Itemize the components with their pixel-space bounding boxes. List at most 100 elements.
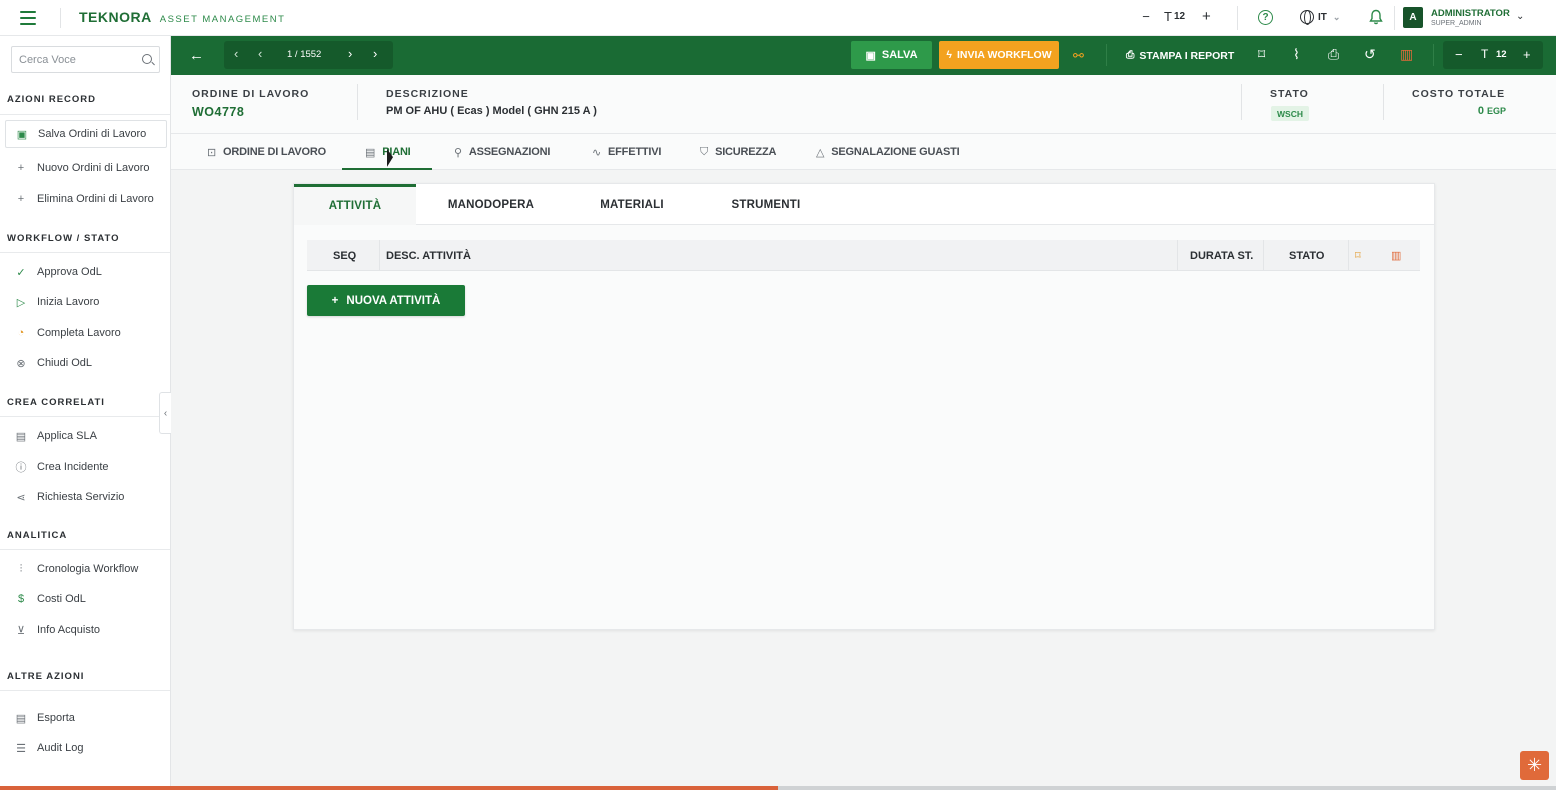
print-reports-button[interactable]: ⎙ STAMPA I REPORT <box>1126 49 1234 62</box>
chevron-down-icon[interactable]: ⌄ <box>1516 11 1524 22</box>
subtab-strumenti[interactable]: STRUMENTI <box>705 184 827 225</box>
save-label: SALVA <box>881 49 918 61</box>
sidebar-item-crea-incidente[interactable]: ⓘ Crea Incidente <box>5 453 167 481</box>
mouse-cursor <box>387 148 393 170</box>
sidebar-item-info-acquisto[interactable]: ⊻ Info Acquisto <box>5 616 167 644</box>
subtab-attivita[interactable]: ATTIVITÀ <box>294 184 416 225</box>
divider <box>1177 240 1178 271</box>
sidebar-item-label: Info Acquisto <box>37 624 100 636</box>
sidebar-item-chiudi[interactable]: ⊗ Chiudi OdL <box>5 349 167 377</box>
language-selector[interactable]: IT ⌄ <box>1300 10 1341 25</box>
first-page-icon[interactable]: ‹ <box>234 46 238 61</box>
help-icon[interactable]: ? <box>1258 10 1273 25</box>
divider <box>1394 6 1395 30</box>
workflow-route-icon[interactable]: ⚯ <box>1073 48 1084 64</box>
bell-icon[interactable] <box>1369 9 1383 25</box>
tag-icon[interactable]: ⌑ <box>1258 47 1265 61</box>
sidebar-item-elimina[interactable]: + Elimina Ordini di Lavoro <box>5 185 167 213</box>
tab-assegnazioni[interactable]: ⚲ ASSEGNAZIONI <box>454 134 550 170</box>
description-label: DESCRIZIONE <box>386 88 469 100</box>
tab-label: ORDINE DI LAVORO <box>223 146 326 158</box>
section-title: ALTRE AZIONI <box>7 671 85 682</box>
activities-table-header: SEQ DESC. ATTIVITÀ DURATA ST. STATO ⌑ ▥ <box>307 240 1420 271</box>
attachment-icon[interactable]: ⌇ <box>1293 47 1300 61</box>
tab-effettivi[interactable]: ∿ EFFETTIVI <box>592 134 661 170</box>
briefcase-icon: ⊡ <box>207 146 217 159</box>
font-decrease-button[interactable]: − <box>1140 9 1152 24</box>
user-menu[interactable]: ADMINISTRATOR SUPER_ADMIN <box>1431 9 1510 27</box>
subtab-materiali[interactable]: MATERIALI <box>571 184 693 225</box>
sidebar-item-esporta[interactable]: ▤ Esporta <box>5 704 167 732</box>
cost-value: 0 <box>1477 105 1484 117</box>
tab-label: SICUREZZA <box>715 146 777 158</box>
print-icon[interactable]: ⎙ <box>1328 47 1339 61</box>
divider <box>60 8 61 28</box>
sidebar-item-salva[interactable]: ▣ Salva Ordini di Lavoro <box>5 120 167 148</box>
prev-page-icon[interactable]: ‹ <box>258 46 262 61</box>
section-title: AZIONI RECORD <box>7 94 96 105</box>
sidebar-item-costi[interactable]: $ Costi OdL <box>5 585 167 613</box>
brand-subtitle: ASSET MANAGEMENT <box>159 14 286 25</box>
delete-icon[interactable]: ▥ <box>1400 47 1413 61</box>
back-arrow-icon[interactable]: ← <box>189 47 204 64</box>
send-workflow-button[interactable]: ϟ INVIA WORKFLOW <box>939 41 1059 69</box>
sidebar-item-label: Crea Incidente <box>37 461 109 473</box>
activity-icon: ∿ <box>592 146 602 159</box>
next-page-icon[interactable]: › <box>348 46 352 61</box>
sidebar-item-richiesta-servizio[interactable]: ⋖ Richiesta Servizio <box>5 483 167 511</box>
sidebar-collapse-button[interactable]: ‹ <box>159 392 171 434</box>
sidebar-item-audit-log[interactable]: ☰ Audit Log <box>5 734 167 762</box>
language-value: IT <box>1318 11 1327 23</box>
divider <box>1383 84 1384 120</box>
tab-ordine-di-lavoro[interactable]: ⊡ ORDINE DI LAVORO <box>207 134 326 170</box>
chevron-down-icon: ⌄ <box>1332 11 1341 22</box>
add-activity-label: NUOVA ATTIVITÀ <box>346 294 441 307</box>
sidebar-item-inizia[interactable]: ▷ Inizia Lavoro <box>5 288 167 316</box>
assistant-icon[interactable]: ✳ <box>1520 751 1549 780</box>
brand-logo: TEKNORA ASSET MANAGEMENT <box>79 9 285 25</box>
dollar-icon: $ <box>17 593 25 605</box>
menu-icon[interactable] <box>20 11 36 25</box>
divider <box>0 252 170 253</box>
avatar[interactable]: A <box>1403 7 1423 28</box>
shield-icon: ⛉ <box>700 145 709 158</box>
subtab-manodopera[interactable]: MANODOPERA <box>430 184 552 225</box>
zoom-out-button[interactable]: − <box>1455 47 1463 62</box>
delete-icon[interactable]: ▥ <box>1391 240 1401 271</box>
column-header-desc[interactable]: DESC. ATTIVITÀ <box>386 240 471 271</box>
save-button[interactable]: ▣ SALVA <box>851 41 932 69</box>
search-icon[interactable] <box>142 54 152 64</box>
plus-icon: + <box>331 294 339 307</box>
check-circle-icon: ✓ <box>16 266 26 279</box>
sidebar-item-applica-sla[interactable]: ▤ Applica SLA <box>5 422 167 450</box>
font-increase-button[interactable]: + <box>1202 8 1211 25</box>
font-size-value: 12 <box>1173 11 1186 22</box>
tab-sicurezza[interactable]: ⛉ SICUREZZA <box>700 134 776 170</box>
last-page-icon[interactable]: › <box>373 46 377 61</box>
column-header-stato[interactable]: STATO <box>1289 240 1324 271</box>
divider <box>379 240 380 271</box>
divider <box>0 549 170 550</box>
warning-icon: △ <box>816 146 825 159</box>
document-icon: ▤ <box>365 146 376 159</box>
sidebar-item-nuovo[interactable]: + Nuovo Ordini di Lavoro <box>5 154 167 182</box>
divider <box>0 114 170 115</box>
total-cost: 0 EGP <box>1478 105 1506 117</box>
search-input[interactable] <box>12 47 132 72</box>
print-reports-label: STAMPA I REPORT <box>1139 49 1235 62</box>
divider <box>1263 240 1264 271</box>
sidebar-item-approva[interactable]: ✓ Approva OdL <box>5 258 167 286</box>
column-header-durata[interactable]: DURATA ST. <box>1190 240 1253 271</box>
add-activity-button[interactable]: + NUOVA ATTIVITÀ <box>307 285 465 316</box>
tag-icon[interactable]: ⌑ <box>1355 240 1361 271</box>
history-icon[interactable]: ↺ <box>1364 47 1376 61</box>
sidebar-item-completa[interactable]: ◔ Completa Lavoro <box>5 319 167 347</box>
column-header-seq[interactable]: SEQ <box>333 240 356 271</box>
font-size-indicator: T 12 <box>1164 9 1185 24</box>
zoom-in-button[interactable]: + <box>1523 47 1531 62</box>
divider <box>1433 44 1434 66</box>
tab-segnalazione-guasti[interactable]: △ SEGNALAZIONE GUASTI <box>816 134 960 170</box>
divider <box>1237 6 1238 30</box>
sidebar-item-cronologia[interactable]: ⫶ Cronologia Workflow <box>5 555 167 583</box>
clock-icon: ◔ <box>17 327 25 339</box>
